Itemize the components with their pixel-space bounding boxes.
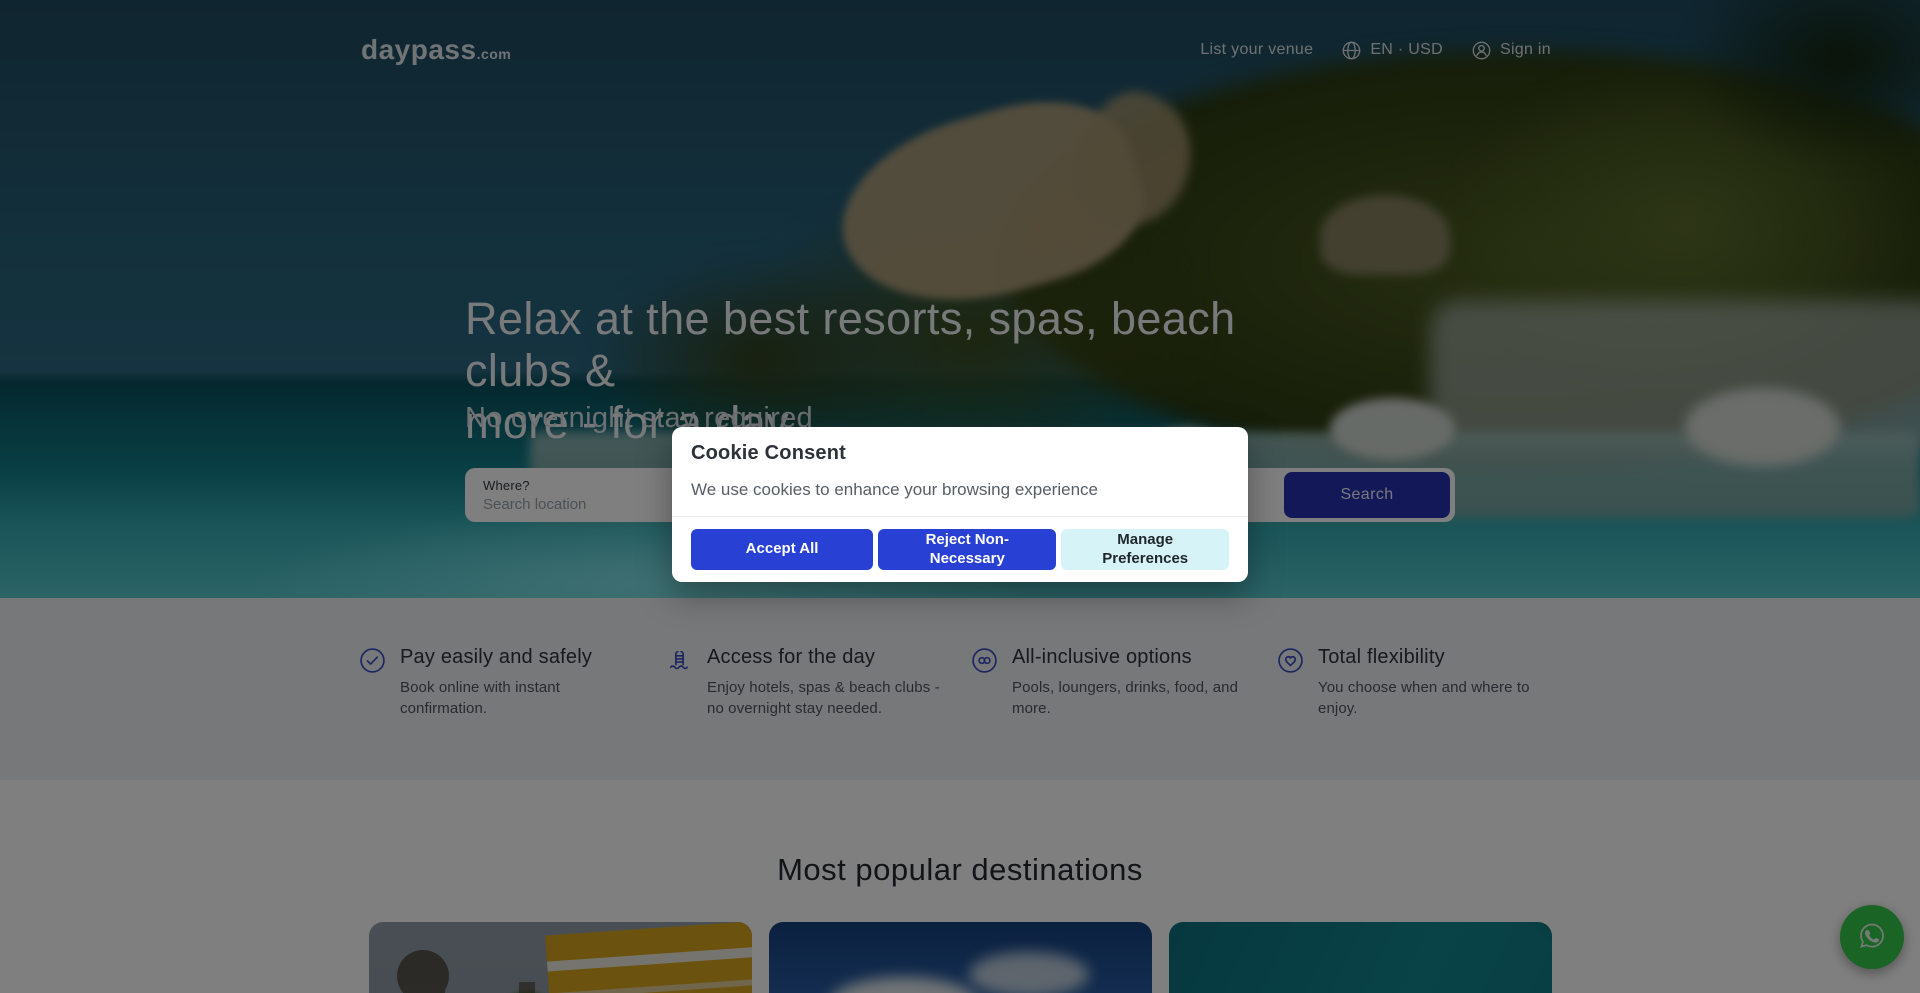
cookie-consent-dialog: Cookie Consent We use cookies to enhance… — [672, 427, 1248, 582]
cookie-dialog-buttons: Accept All Reject Non-Necessary Manage P… — [691, 529, 1229, 570]
manage-preferences-button[interactable]: Manage Preferences — [1061, 529, 1229, 570]
cookie-dialog-message: We use cookies to enhance your browsing … — [691, 480, 1229, 500]
accept-all-button[interactable]: Accept All — [691, 529, 873, 570]
reject-non-necessary-button[interactable]: Reject Non-Necessary — [878, 529, 1056, 570]
cookie-dialog-title: Cookie Consent — [691, 442, 1229, 465]
divider — [672, 516, 1248, 517]
